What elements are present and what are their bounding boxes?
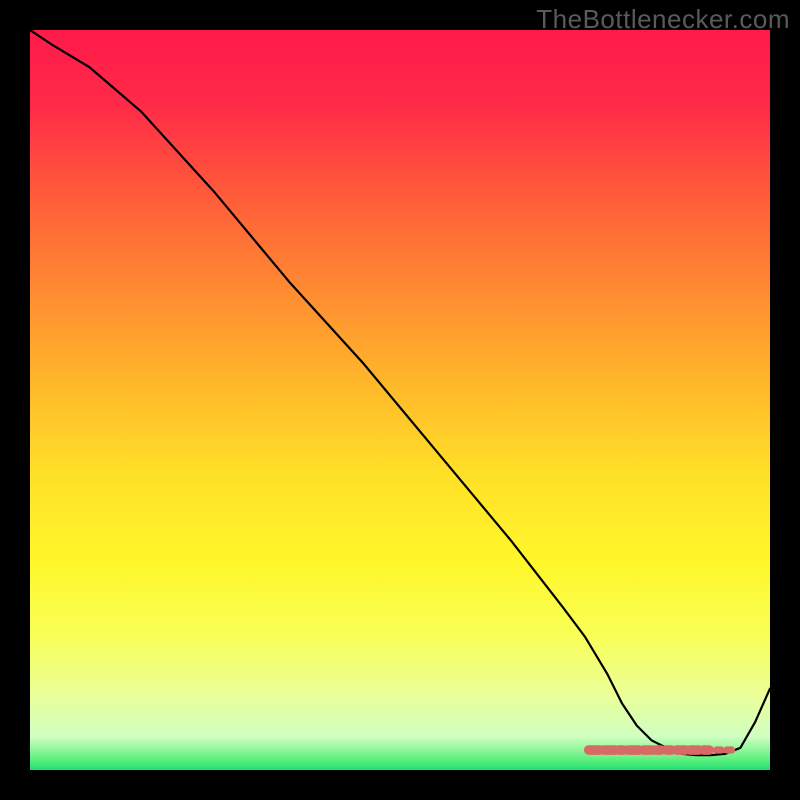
plot-area [30,30,770,770]
watermark-text: TheBottlenecker.com [536,4,790,35]
chart-lines [30,30,770,770]
curve-line [30,30,770,755]
chart-frame: TheBottlenecker.com [0,0,800,800]
